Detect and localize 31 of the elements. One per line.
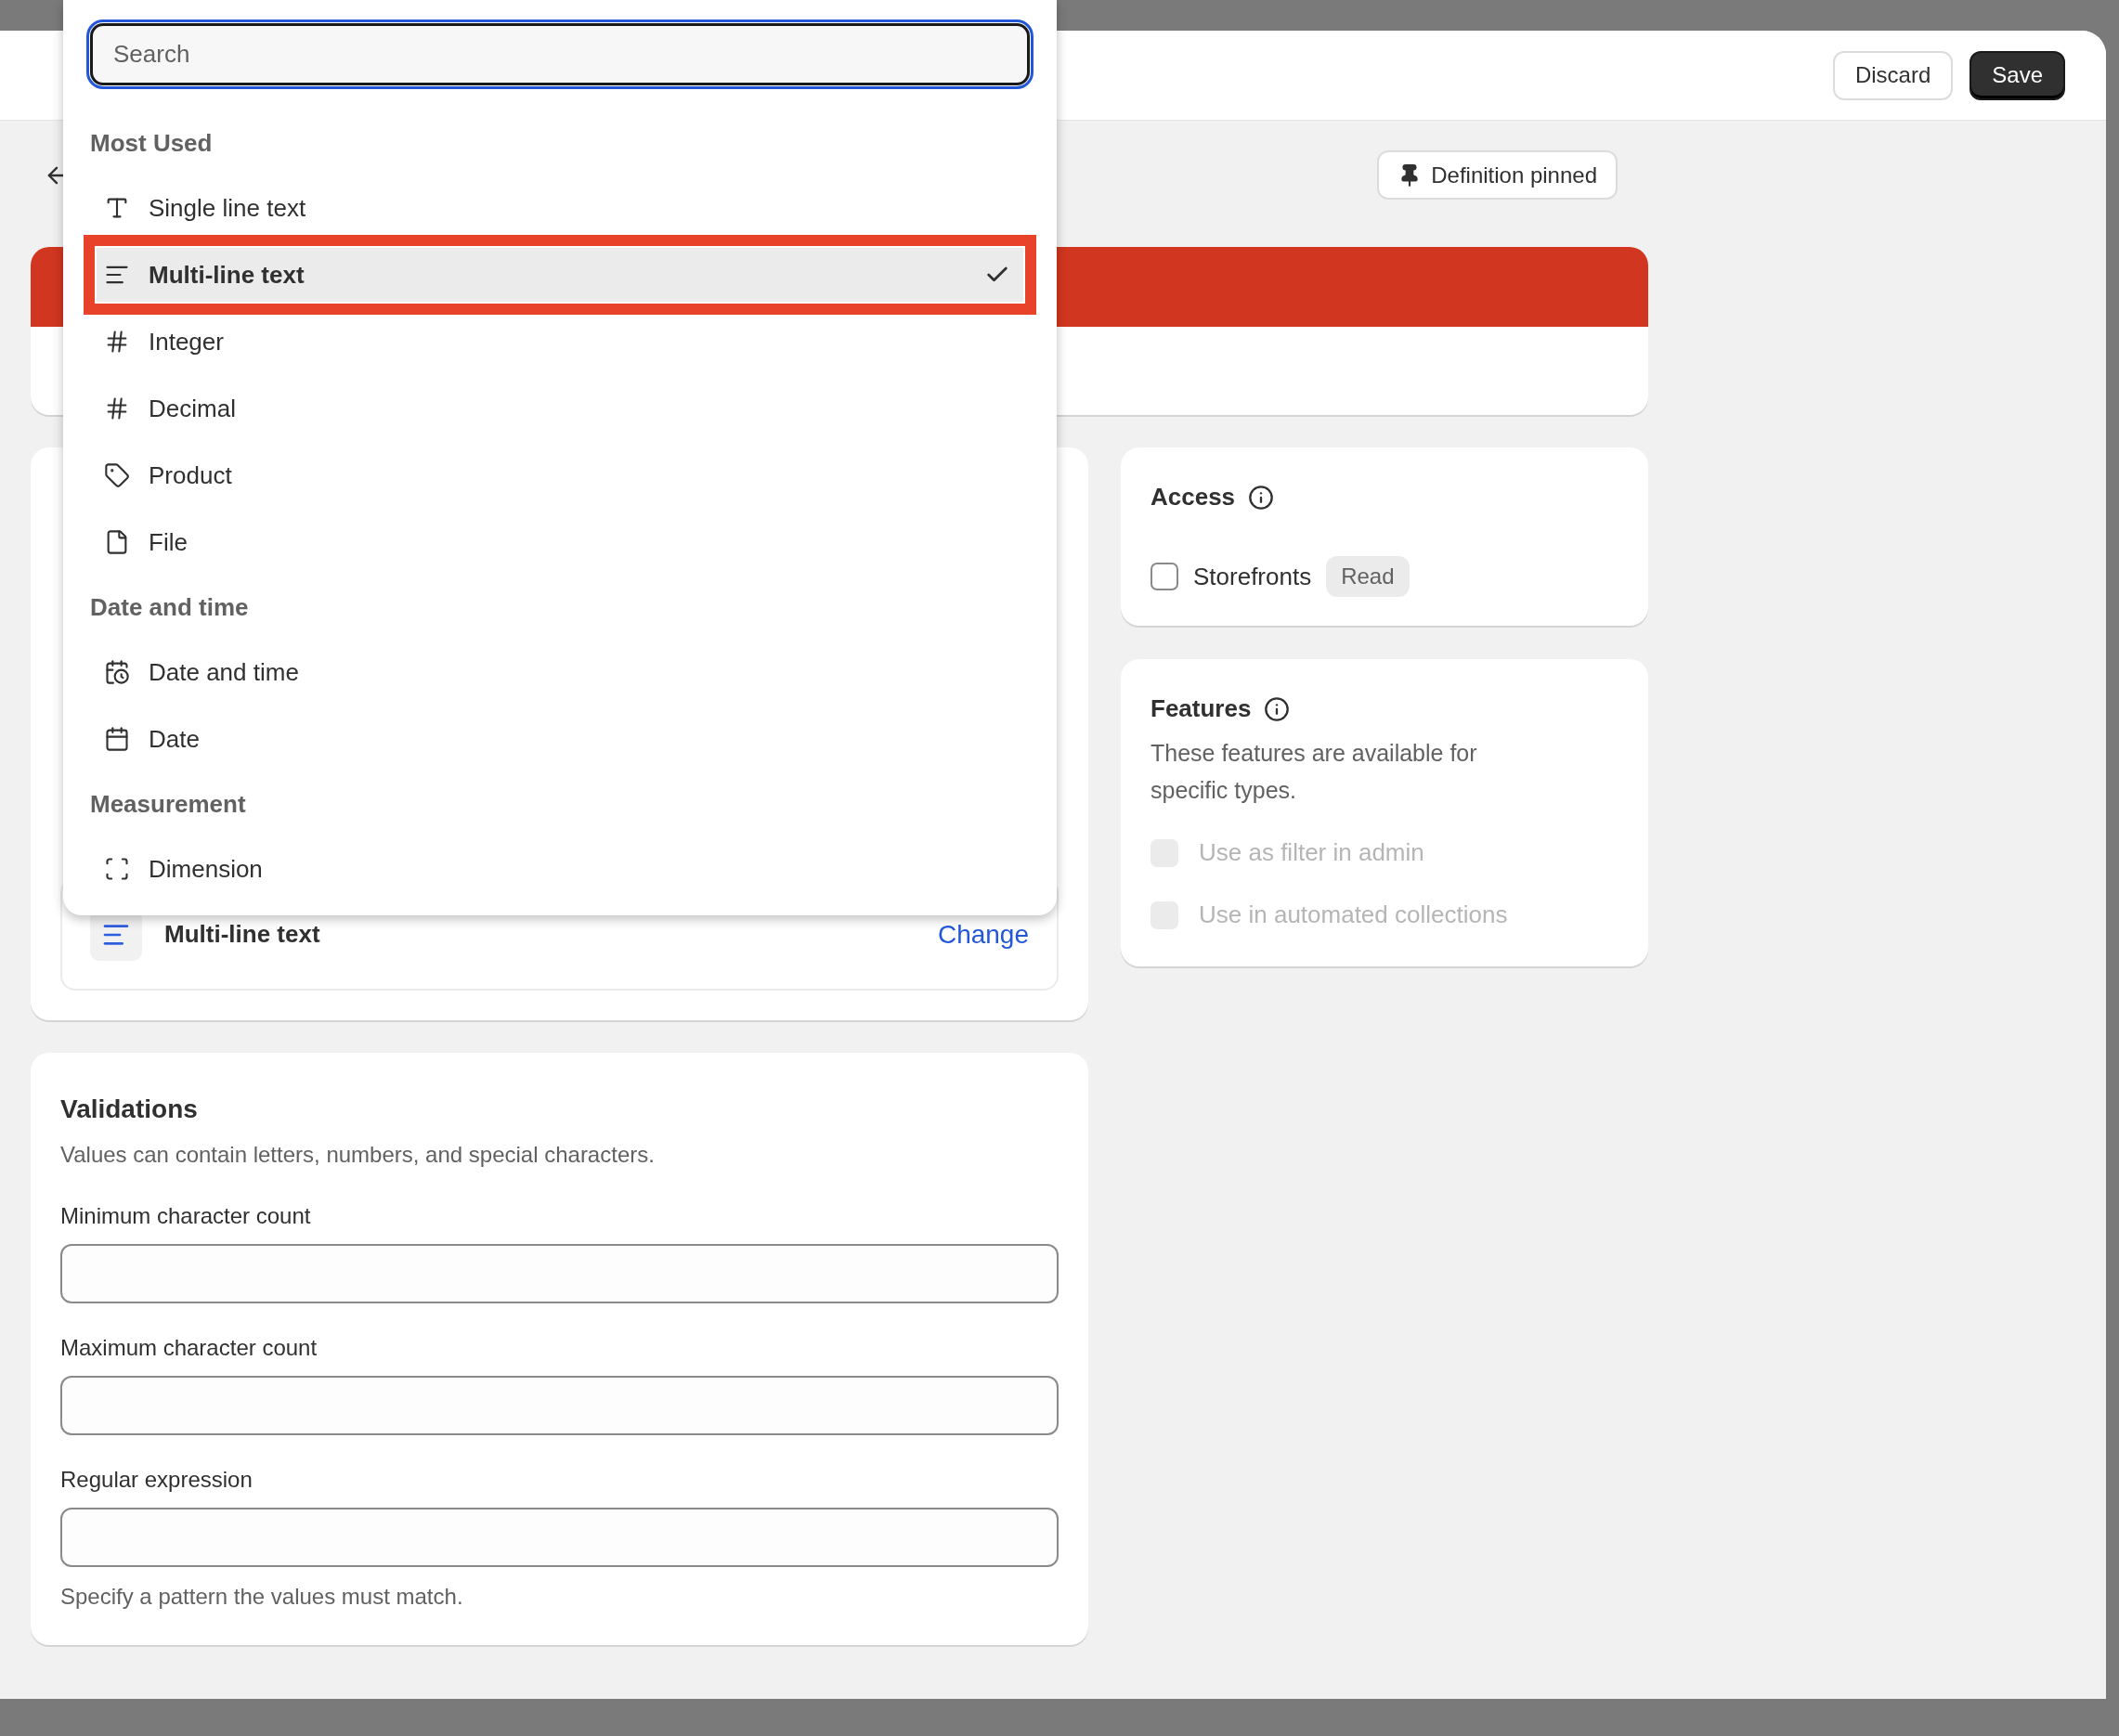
group-heading: Most Used <box>90 127 214 159</box>
checkbox[interactable] <box>1150 563 1178 590</box>
info-icon[interactable] <box>1264 695 1291 722</box>
field-label: Regular expression <box>60 1466 254 1494</box>
type-label: Multi-line text <box>164 919 321 950</box>
save-button[interactable]: Save <box>1970 50 2065 100</box>
section-title: Features <box>1150 693 1252 724</box>
read-badge: Read <box>1326 556 1410 597</box>
field-label: Maximum character count <box>60 1334 318 1362</box>
input-field[interactable] <box>60 1244 1059 1303</box>
help-text: Specify a pattern the values must match. <box>60 1583 464 1611</box>
discard-button[interactable]: Discard <box>1832 50 1954 100</box>
field-label: Minimum character count <box>60 1202 312 1230</box>
dimension-icon <box>104 856 130 882</box>
checkbox-label: Use in automated collections <box>1199 900 1508 930</box>
change-link[interactable]: Change <box>937 914 1029 954</box>
checkbox-label: Use as filter in admin <box>1199 837 1424 868</box>
pinned-button[interactable]: Definition pinned <box>1377 150 1618 200</box>
group-heading: Measurement <box>90 788 247 820</box>
section-description: Values can contain letters, numbers, and special characters. <box>60 1141 656 1169</box>
input-field[interactable] <box>60 1508 1059 1567</box>
checkbox-label: Storefronts <box>1193 561 1312 592</box>
tag-icon <box>104 462 130 488</box>
section-description: These features are available for specific types. <box>1150 739 1478 805</box>
group-heading: Date and time <box>90 591 250 623</box>
info-icon[interactable] <box>1248 484 1275 511</box>
section-title: Access <box>1150 482 1236 512</box>
calendar-clock-icon <box>104 659 130 685</box>
input-field[interactable] <box>60 1376 1059 1435</box>
calendar-icon <box>104 726 130 752</box>
section-title: Validations <box>60 1094 199 1125</box>
